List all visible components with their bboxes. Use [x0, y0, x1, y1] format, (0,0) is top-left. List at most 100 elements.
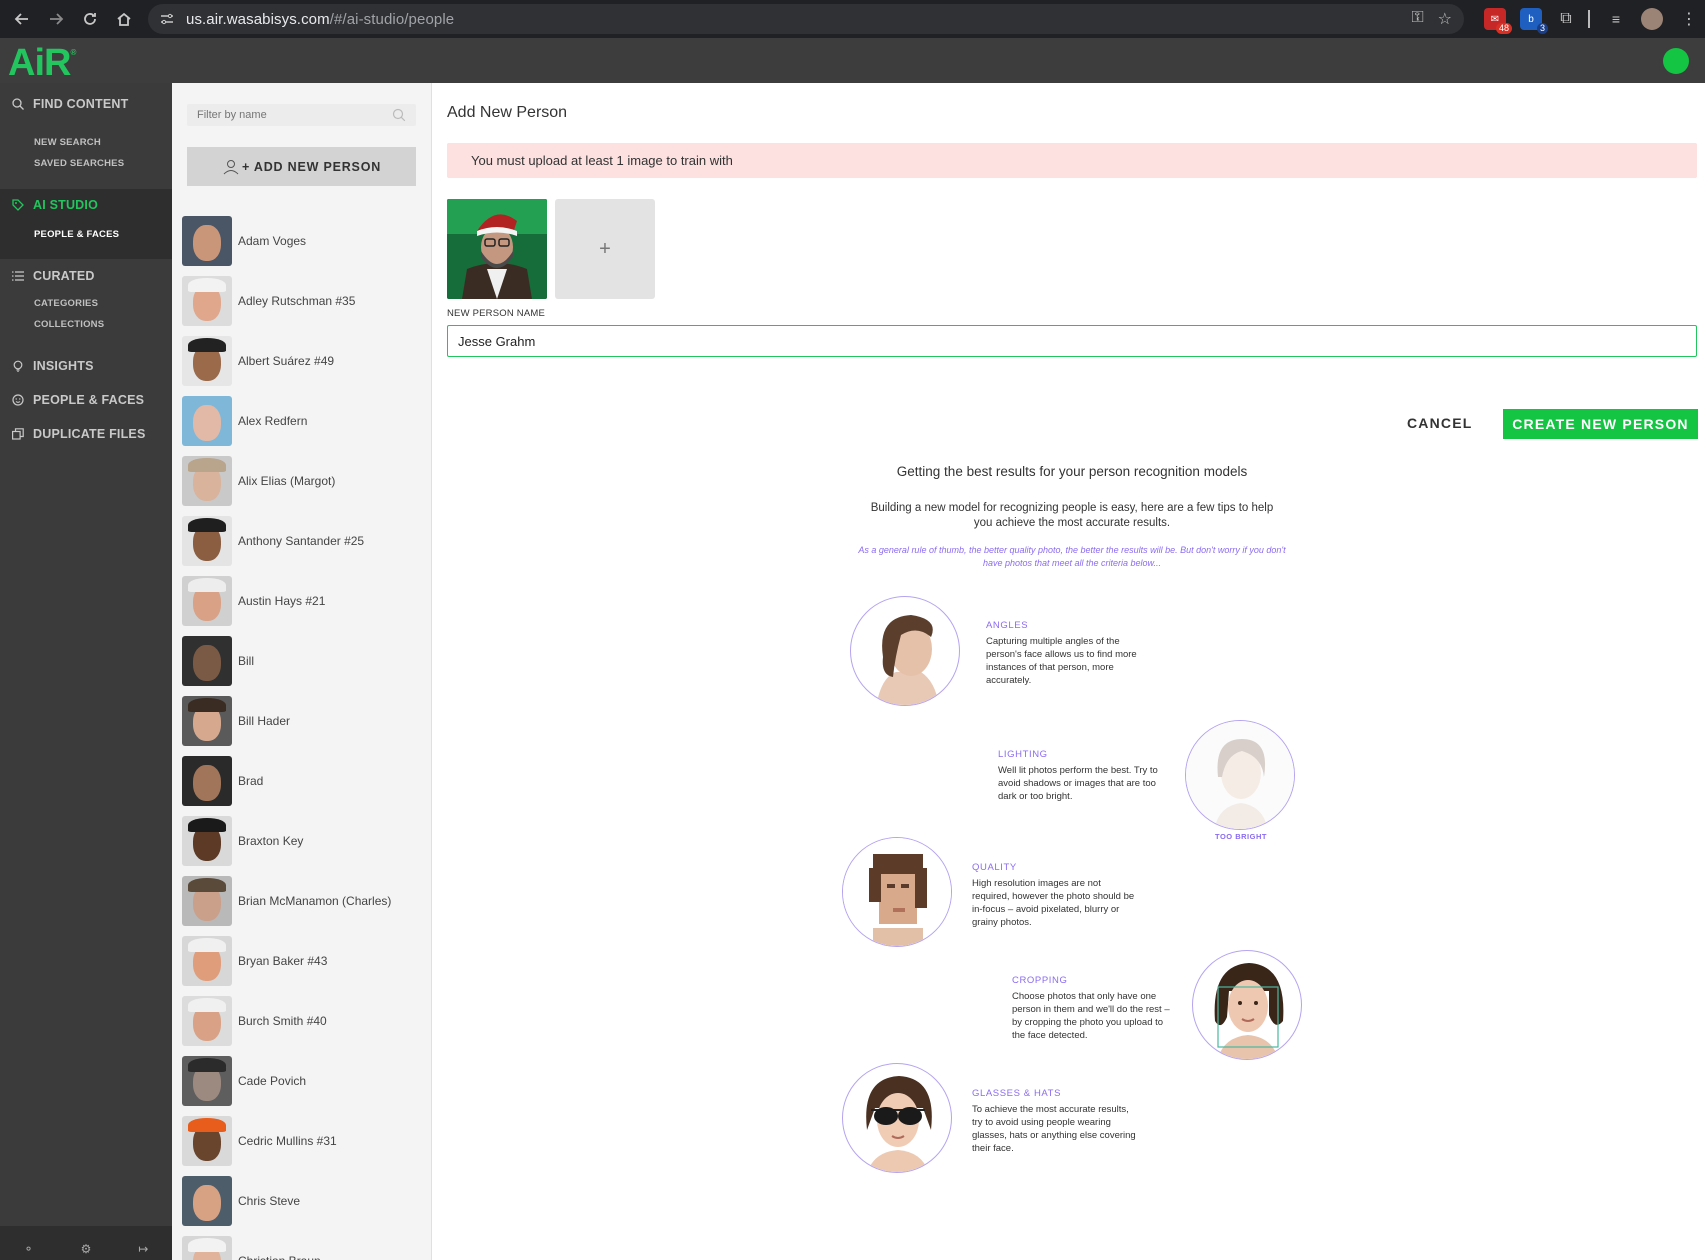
person-name: Bill Hader — [238, 714, 291, 728]
person-avatar — [182, 516, 232, 566]
person-avatar — [182, 1176, 232, 1226]
person-avatar — [182, 456, 232, 506]
nav-ai-studio[interactable]: AI STUDIO — [0, 193, 172, 217]
cancel-button[interactable]: CANCEL — [1407, 408, 1473, 438]
quality-text: High resolution images are not required,… — [972, 878, 1135, 928]
nav-footer: ⚬ ⚙ ↦ — [0, 1226, 172, 1260]
add-user-icon — [223, 159, 239, 174]
person-name: Alix Elias (Margot) — [238, 474, 336, 488]
new-person-name-label: NEW PERSON NAME — [447, 308, 546, 319]
person-list-item[interactable]: Anthony Santander #25 — [182, 511, 427, 571]
browser-toolbar: us.air.wasabisys.com/#/ai-studio/people … — [0, 0, 1705, 38]
bookmark-star-icon[interactable]: ☆ — [1438, 9, 1452, 29]
nav-categories[interactable]: CATEGORIES — [34, 298, 98, 309]
person-avatar — [182, 576, 232, 626]
person-list-item[interactable]: Cedric Mullins #31 — [182, 1111, 427, 1171]
create-new-person-button[interactable]: CREATE NEW PERSON — [1503, 409, 1698, 439]
person-avatar — [182, 756, 232, 806]
person-name: Bill — [238, 654, 255, 668]
quality-title: QUALITY — [972, 862, 1017, 873]
nav-insights[interactable]: INSIGHTS — [0, 354, 172, 378]
quality-illustration — [842, 837, 952, 947]
glasses-hats-illustration — [842, 1063, 952, 1173]
person-avatar — [182, 336, 232, 386]
person-list-item[interactable]: Bill Hader — [182, 691, 427, 751]
person-list-item[interactable]: Alix Elias (Margot) — [182, 451, 427, 511]
tag-icon — [11, 198, 25, 212]
person-list-item[interactable]: Albert Suárez #49 — [182, 331, 427, 391]
media-queue-icon[interactable]: ≡ — [1605, 8, 1627, 30]
nav-curated[interactable]: CURATED — [0, 264, 172, 288]
nav-saved-searches[interactable]: SAVED SEARCHES — [34, 158, 124, 169]
add-photo-button[interactable]: + — [555, 199, 655, 299]
person-list-item[interactable]: Christian Braun — [182, 1231, 427, 1260]
page-title: Add New Person — [447, 104, 568, 121]
cropping-text: Choose photos that only have one person … — [1012, 991, 1170, 1041]
tips-note: As a general rule of thumb, the better q… — [858, 545, 1286, 568]
person-name: Burch Smith #40 — [238, 1014, 327, 1028]
back-arrow-icon[interactable] — [10, 7, 34, 31]
home-icon[interactable] — [112, 7, 136, 31]
search-icon — [11, 97, 25, 111]
nav-duplicate-files[interactable]: DUPLICATE FILES — [0, 422, 172, 446]
person-avatar — [182, 1056, 232, 1106]
tips-intro: Building a new model for recognizing peo… — [870, 502, 1274, 529]
extension-mail-icon[interactable]: ✉ 48 — [1484, 8, 1512, 34]
person-name: Brad — [238, 774, 264, 788]
site-settings-icon[interactable] — [160, 12, 174, 26]
url-text: us.air.wasabisys.com/#/ai-studio/people — [186, 10, 455, 28]
extension-shield-icon[interactable]: b3 — [1520, 8, 1548, 34]
nav-people-faces[interactable]: PEOPLE & FACES — [0, 388, 172, 412]
air-logo[interactable]: AiR® — [8, 42, 76, 85]
profile-avatar[interactable] — [1641, 8, 1663, 30]
logout-icon[interactable]: ↦ — [138, 1242, 148, 1256]
reload-icon[interactable] — [78, 7, 102, 31]
uploaded-photo-thumbnail[interactable] — [447, 199, 547, 299]
duplicate-icon — [11, 427, 25, 441]
person-list-item[interactable]: Adley Rutschman #35 — [182, 271, 427, 331]
nav-new-search[interactable]: NEW SEARCH — [34, 137, 101, 148]
glasses-hats-title: GLASSES & HATS — [972, 1088, 1062, 1099]
people-list: Adam Voges Adley Rutschman #35 Albert Suár… — [182, 211, 427, 1260]
person-list-item[interactable]: Adam Voges — [182, 211, 427, 271]
password-key-icon[interactable]: ⚿ — [1411, 9, 1423, 29]
forward-arrow-icon[interactable] — [44, 7, 68, 31]
person-avatar — [182, 936, 232, 986]
cropping-illustration — [1192, 950, 1302, 1060]
person-avatar — [182, 816, 232, 866]
status-indicator[interactable] — [1663, 48, 1689, 74]
person-list-item[interactable]: Alex Redfern — [182, 391, 427, 451]
person-name: Alex Redfern — [238, 414, 308, 428]
lighting-title: LIGHTING — [998, 749, 1048, 760]
person-list-item[interactable]: Chris Steve — [182, 1171, 427, 1231]
add-new-person-button[interactable]: + ADD NEW PERSON — [187, 147, 416, 186]
search-icon — [392, 108, 406, 122]
person-name: Brian McManamon (Charles) — [238, 894, 392, 908]
nav-find-content[interactable]: FIND CONTENT — [0, 92, 172, 116]
nav-collections[interactable]: COLLECTIONS — [34, 319, 104, 330]
browser-menu-icon[interactable]: ⋮ — [1678, 8, 1700, 30]
person-name: Bryan Baker #43 — [238, 954, 328, 968]
smiley-icon — [11, 393, 25, 407]
person-avatar — [182, 996, 232, 1046]
person-name: Chris Steve — [238, 1194, 301, 1208]
address-bar[interactable]: us.air.wasabisys.com/#/ai-studio/people … — [148, 4, 1464, 34]
person-list-item[interactable]: Brian McManamon (Charles) — [182, 871, 427, 931]
person-list-item[interactable]: Bill — [182, 631, 427, 691]
person-avatar — [182, 876, 232, 926]
person-list-item[interactable]: Cade Povich — [182, 1051, 427, 1111]
person-avatar — [182, 216, 232, 266]
person-name: Adam Voges — [238, 234, 307, 248]
person-list-item[interactable]: Brad — [182, 751, 427, 811]
plus-icon: + — [599, 237, 611, 260]
new-person-name-input[interactable] — [447, 325, 1697, 357]
settings-gear-icon[interactable]: ⚙ — [81, 1242, 92, 1256]
person-list-item[interactable]: Braxton Key — [182, 811, 427, 871]
person-list-item[interactable]: Bryan Baker #43 — [182, 931, 427, 991]
person-list-item[interactable]: Austin Hays #21 — [182, 571, 427, 631]
user-icon[interactable]: ⚬ — [24, 1242, 34, 1256]
nav-people-faces-sub[interactable]: PEOPLE & FACES — [34, 229, 119, 240]
filter-by-name-input[interactable] — [187, 104, 416, 126]
person-list-item[interactable]: Burch Smith #40 — [182, 991, 427, 1051]
extensions-puzzle-icon[interactable]: ⧉ — [1555, 8, 1577, 30]
